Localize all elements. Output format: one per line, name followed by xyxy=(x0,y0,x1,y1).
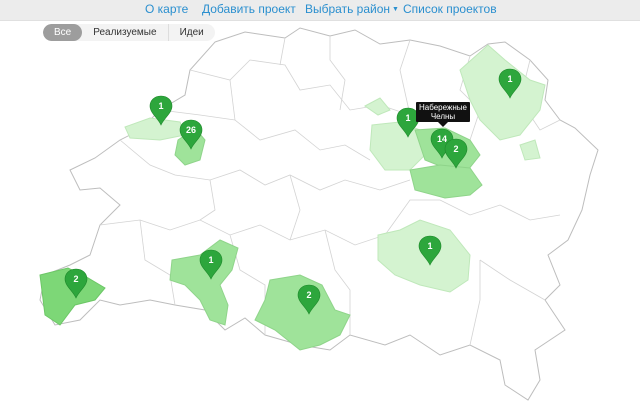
marker-northeast-count: 1 xyxy=(405,113,410,123)
marker-far-ne-count: 1 xyxy=(507,74,512,84)
tooltip-line-2: Челны xyxy=(431,112,456,121)
marker-south-count: 2 xyxy=(306,290,311,300)
marker-center-east-count: 1 xyxy=(427,241,432,251)
district-tooltip: Набережные Челны xyxy=(416,102,470,127)
district-chelny-south[interactable] xyxy=(409,164,483,199)
marker-southwest-count: 2 xyxy=(73,274,78,284)
district-nw[interactable] xyxy=(124,117,186,141)
district-east-edge[interactable] xyxy=(519,139,541,161)
marker-west-count: 1 xyxy=(208,255,213,265)
tooltip-line-1: Набережные xyxy=(419,103,467,112)
district-south[interactable] xyxy=(254,274,351,351)
district-far-ne[interactable] xyxy=(459,44,546,141)
marker-chelny-area-count: 2 xyxy=(453,144,458,154)
district-northeast[interactable] xyxy=(369,121,426,171)
marker-chelny-count: 14 xyxy=(437,134,447,144)
marker-kazan-count: 26 xyxy=(186,125,196,135)
region-map: 1 26 1 2 2 1 1 14 2 1 Набережные Челны xyxy=(39,27,599,401)
district-small-north[interactable] xyxy=(364,97,391,116)
marker-nw-count: 1 xyxy=(158,101,163,111)
